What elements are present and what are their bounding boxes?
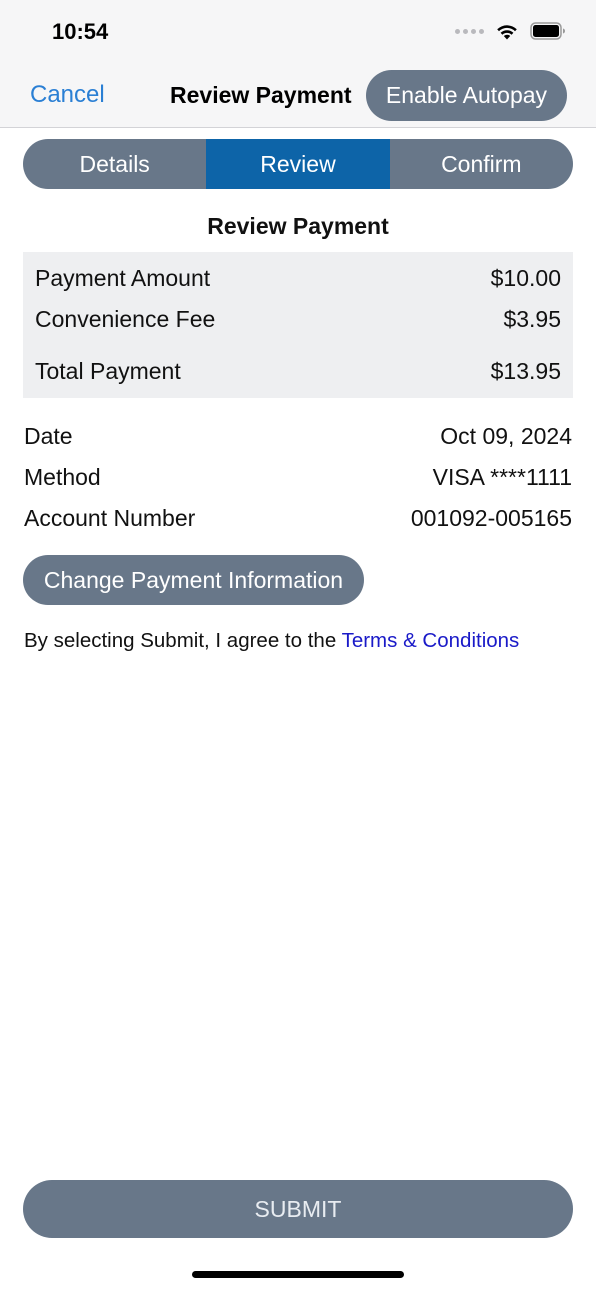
enable-autopay-button[interactable]: Enable Autopay [366,70,567,121]
convenience-fee-row: Convenience Fee $3.95 [35,306,561,333]
date-row: Date Oct 09, 2024 [24,423,572,450]
step-review[interactable]: Review [206,139,390,189]
submit-button[interactable]: SUBMIT [23,1180,573,1238]
total-payment-value: $13.95 [490,358,561,384]
total-payment-row: Total Payment $13.95 [35,358,561,385]
section-title: Review Payment [207,213,389,239]
change-payment-information-button[interactable]: Change Payment Information [23,555,364,605]
terms-prefix: By selecting Submit, I agree to the [24,629,342,652]
status-time: 10:54 [52,19,109,44]
status-icons [455,22,566,40]
step-segmented-control: Details Review Confirm [23,139,573,189]
status-bar: 10:54 [0,0,596,62]
date-label: Date [24,423,73,449]
date-value: Oct 09, 2024 [440,423,572,449]
nav-bar: Cancel Review Payment Enable Autopay [0,62,596,128]
nav-title: Review Payment [170,82,352,108]
payment-amount-row: Payment Amount $10.00 [35,265,561,292]
payment-amount-label: Payment Amount [35,265,211,291]
wifi-icon [497,24,517,39]
method-value: VISA ****1111 [432,464,572,490]
terms-text: By selecting Submit, I agree to the Term… [24,629,519,653]
convenience-fee-label: Convenience Fee [35,306,216,332]
account-number-row: Account Number 001092-005165 [24,505,572,532]
account-number-label: Account Number [24,505,196,531]
step-confirm[interactable]: Confirm [390,139,573,189]
step-details[interactable]: Details [23,139,206,189]
battery-icon [530,22,565,40]
payment-summary: Payment Amount $10.00 Convenience Fee $3… [23,252,573,398]
method-label: Method [24,464,101,490]
convenience-fee-value: $3.95 [503,306,561,332]
cancel-button[interactable]: Cancel [30,81,105,109]
payment-amount-value: $10.00 [490,265,561,291]
signal-dots-icon [455,28,484,34]
method-row: Method VISA ****1111 [24,464,572,491]
terms-conditions-link[interactable]: Terms & Conditions [342,629,520,652]
total-payment-label: Total Payment [35,358,181,384]
account-number-value: 001092-005165 [410,505,572,531]
review-payment-screen: 10:54 Cancel Review Payment Enable Autop… [0,0,596,1290]
home-indicator [192,1271,404,1278]
